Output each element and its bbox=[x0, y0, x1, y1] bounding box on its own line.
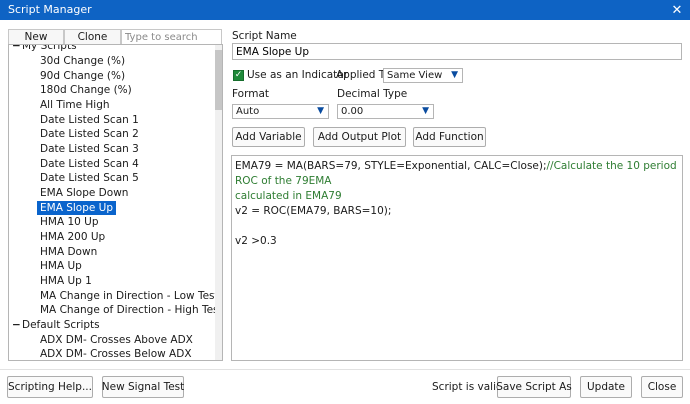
close-icon[interactable]: ✕ bbox=[668, 1, 686, 19]
tree-item[interactable]: HMA Up 1 bbox=[37, 274, 95, 288]
tree-scrollbar[interactable] bbox=[215, 45, 222, 360]
code-comment: calculated in EMA79 bbox=[235, 190, 342, 202]
code-line: calculated in EMA79 bbox=[235, 189, 679, 204]
tree-item[interactable]: HMA Down bbox=[37, 245, 100, 259]
tree-item[interactable]: Date Listed Scan 1 bbox=[37, 113, 142, 127]
format-value: Auto bbox=[236, 106, 260, 117]
script-name-input[interactable] bbox=[232, 43, 682, 60]
use-as-indicator-label: Use as an Indicator bbox=[247, 69, 349, 81]
add-function-button[interactable]: Add Function bbox=[413, 127, 486, 147]
close-button[interactable]: Close bbox=[641, 376, 683, 398]
scrollbar-thumb[interactable] bbox=[215, 50, 222, 110]
tree-item[interactable]: Date Listed Scan 2 bbox=[37, 127, 142, 141]
chevron-down-icon: ▼ bbox=[451, 70, 458, 80]
footer-divider bbox=[0, 369, 690, 370]
chevron-down-icon: ▼ bbox=[317, 106, 324, 116]
code-line: v2 = ROC(EMA79, BARS=10); bbox=[235, 205, 392, 217]
format-select[interactable]: Auto ▼ bbox=[232, 104, 329, 119]
tree-item[interactable]: HMA 10 Up bbox=[37, 215, 102, 229]
decimal-type-select[interactable]: 0.00 ▼ bbox=[337, 104, 434, 119]
applied-to-select[interactable]: Same View ▼ bbox=[383, 68, 463, 83]
code-line: v2 >0.3 bbox=[235, 235, 277, 247]
scripting-help-button[interactable]: Scripting Help... bbox=[7, 376, 93, 398]
tree-item[interactable]: ADX DM- Crosses Above ADX bbox=[37, 333, 196, 347]
use-as-indicator-checkbox[interactable]: ✓ bbox=[233, 70, 244, 81]
tree-item[interactable]: ADX DM- Crosses Below ADX bbox=[37, 347, 195, 360]
tree-item[interactable]: Date Listed Scan 4 bbox=[37, 157, 142, 171]
tree-group-my-scripts[interactable]: −My Scripts bbox=[12, 44, 77, 53]
script-status-text: Script is valid bbox=[432, 381, 503, 393]
new-signal-test-button[interactable]: New Signal Test bbox=[102, 376, 184, 398]
tree-item[interactable]: 30d Change (%) bbox=[37, 54, 128, 68]
applied-to-label: Applied To bbox=[336, 69, 390, 81]
tree-group-label: Default Scripts bbox=[22, 319, 100, 331]
script-tree: −My Scripts 30d Change (%) 90d Change (%… bbox=[8, 44, 223, 361]
add-output-plot-button[interactable]: Add Output Plot bbox=[313, 127, 406, 147]
collapse-icon[interactable]: − bbox=[12, 45, 22, 53]
applied-to-value: Same View bbox=[387, 70, 443, 81]
code-line: EMA79 = MA(BARS=79, STYLE=Exponential, C… bbox=[235, 160, 681, 187]
tree-item[interactable]: All Time High bbox=[37, 98, 113, 112]
script-name-label: Script Name bbox=[232, 30, 297, 42]
collapse-icon[interactable]: − bbox=[12, 318, 22, 332]
tree-group-default-scripts[interactable]: −Default Scripts bbox=[12, 318, 100, 332]
decimal-type-value: 0.00 bbox=[341, 106, 364, 117]
new-button[interactable]: New bbox=[8, 29, 64, 45]
tree-item[interactable]: 180d Change (%) bbox=[37, 83, 135, 97]
update-button[interactable]: Update bbox=[580, 376, 632, 398]
search-input[interactable] bbox=[121, 29, 222, 45]
title-bar: Script Manager ✕ bbox=[0, 0, 690, 20]
add-variable-button[interactable]: Add Variable bbox=[232, 127, 305, 147]
tree-item[interactable]: MA Change in Direction - Low Test bbox=[37, 289, 222, 303]
tree-item[interactable]: HMA Up bbox=[37, 259, 85, 273]
window-title: Script Manager bbox=[8, 3, 92, 16]
tree-item[interactable]: EMA Slope Down bbox=[37, 186, 131, 200]
clone-button[interactable]: Clone bbox=[64, 29, 121, 45]
tree-item-selected[interactable]: EMA Slope Up bbox=[37, 201, 117, 215]
tree-item[interactable]: 90d Change (%) bbox=[37, 69, 128, 83]
script-editor[interactable]: EMA79 = MA(BARS=79, STYLE=Exponential, C… bbox=[231, 155, 683, 361]
tree-group-label: My Scripts bbox=[22, 44, 77, 52]
tree-item[interactable]: Date Listed Scan 5 bbox=[37, 171, 142, 185]
format-label: Format bbox=[232, 88, 270, 100]
chevron-down-icon: ▼ bbox=[422, 106, 429, 116]
decimal-type-label: Decimal Type bbox=[337, 88, 408, 100]
tree-item[interactable]: HMA 200 Up bbox=[37, 230, 108, 244]
save-script-as-button[interactable]: Save Script As bbox=[496, 376, 572, 398]
tree-item[interactable]: Date Listed Scan 3 bbox=[37, 142, 142, 156]
tree-item[interactable]: MA Change of Direction - High Test bbox=[37, 303, 222, 317]
